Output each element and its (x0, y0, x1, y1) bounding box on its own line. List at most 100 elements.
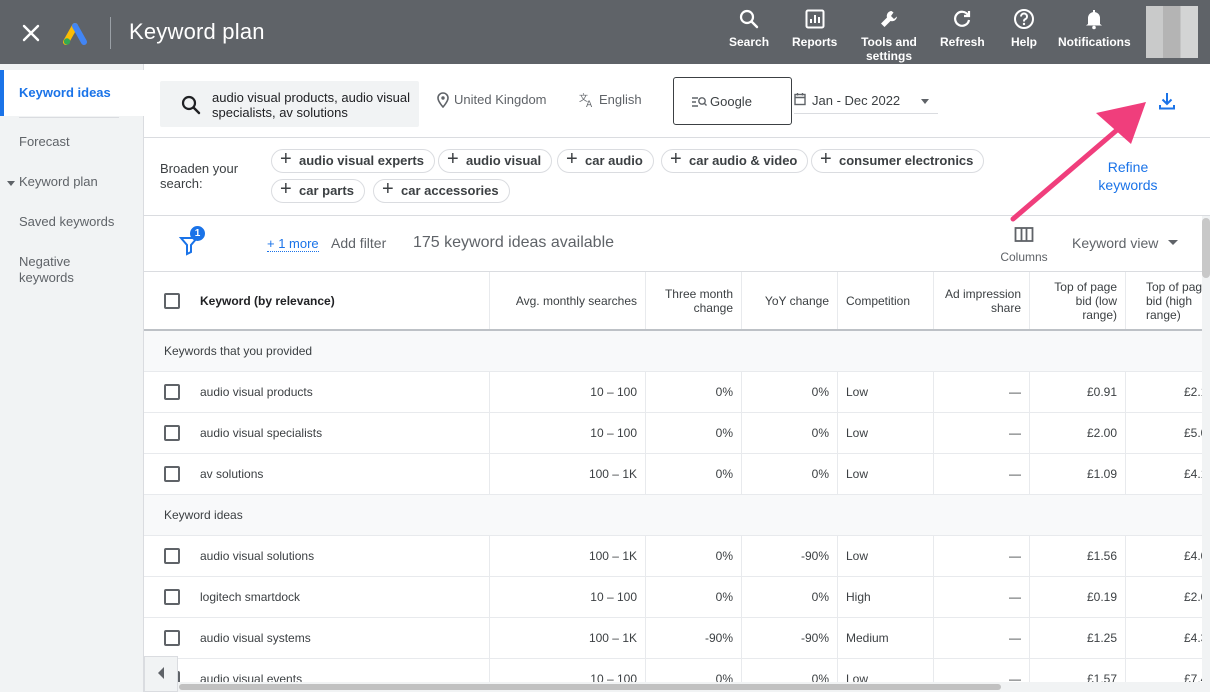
keywords-value: audio visual products, audio visual spec… (212, 90, 411, 120)
location-selector[interactable]: United Kingdom (436, 92, 547, 108)
table-row[interactable]: audio visual solutions 100 – 1K 0% -90% Low —… (144, 536, 1202, 577)
broaden-search-panel: Broaden your search: audio visual expert… (144, 138, 1210, 216)
columns-button[interactable]: Columns (996, 226, 1052, 264)
column-header-keyword[interactable]: Keyword (by relevance) (144, 272, 490, 329)
keyword-ideas-count: 175 keyword ideas available (413, 234, 615, 251)
refine-keywords-annotation: Refine keywords (1098, 159, 1158, 193)
table-row[interactable]: logitech smartdock 10 – 100 0% 0% High — £0.19… (144, 577, 1202, 618)
bid-low-cell: £1.09 (1030, 454, 1126, 494)
keyword-cell: audio visual systems (144, 618, 490, 658)
table-row[interactable]: audio visual systems 100 – 1K -90% -90% Medi… (144, 618, 1202, 659)
three-month-change-cell: 0% (646, 454, 742, 494)
broaden-chip[interactable]: consumer electronics (811, 148, 985, 173)
title-divider (110, 17, 111, 49)
toolbar-notifications-button[interactable]: Notifications (1058, 8, 1131, 49)
keyword-view-label: Keyword view (1072, 235, 1159, 251)
bid-low-cell: £1.25 (1030, 618, 1126, 658)
bid-low-cell: £0.19 (1030, 577, 1126, 617)
yoy-change-cell: 0% (742, 454, 838, 494)
table-row[interactable]: av solutions100 – 1K0%0%Low—£1.09£4.1 (144, 454, 1202, 495)
column-header-competition[interactable]: Competition (838, 272, 934, 329)
column-header-yoy[interactable]: YoY change (742, 272, 838, 329)
toolbar-tools-button[interactable]: Tools and settings (857, 8, 921, 63)
sidebar-divider (19, 117, 119, 118)
keyword-view-dropdown[interactable]: Keyword view (1072, 235, 1179, 251)
row-checkbox[interactable] (164, 466, 180, 482)
row-checkbox[interactable] (164, 589, 180, 605)
competition-cell: High (838, 577, 934, 617)
impression-share-cell: — (934, 618, 1030, 658)
toolbar-search-button[interactable]: Search (729, 8, 769, 49)
table-group-row: Keywords that you provided (144, 331, 1202, 372)
three-month-change-cell: -90% (646, 618, 742, 658)
search-settings-bar: audio visual products, audio visual spec… (144, 64, 1210, 138)
broaden-chip[interactable]: car audio (557, 148, 654, 173)
broaden-chip[interactable]: car parts (271, 178, 365, 203)
network-icon (692, 97, 707, 107)
svg-text:A: A (586, 100, 593, 108)
horizontal-scroll-thumb[interactable] (179, 684, 1001, 690)
column-header-bid-high[interactable]: Top of page bid (high range) (1126, 272, 1202, 329)
three-month-change-cell: 0% (646, 577, 742, 617)
broaden-label: Broaden your search: (160, 161, 239, 191)
account-avatar[interactable] (1146, 6, 1198, 58)
broaden-chip[interactable]: audio visual (438, 148, 553, 173)
date-range-selector[interactable]: Jan - Dec 2022 (794, 90, 938, 114)
bid-low-cell: £0.91 (1030, 372, 1126, 412)
top-app-bar: Keyword plan Search Reports Tools and se… (0, 0, 1210, 64)
toolbar-refresh-button[interactable]: Refresh (940, 8, 985, 49)
add-filter-button[interactable]: Add filter (331, 235, 386, 251)
sidebar-item-saved-keywords[interactable]: Saved keywords (0, 214, 144, 230)
sidebar-item-negative-keywords[interactable]: Negative keywords (0, 254, 90, 286)
vertical-scroll-thumb[interactable] (1202, 218, 1210, 278)
three-month-change-cell: 0% (646, 372, 742, 412)
sidebar-item-forecast[interactable]: Forecast (0, 134, 144, 150)
language-selector[interactable]: 文A English (579, 92, 642, 108)
three-month-change-cell: 0% (646, 413, 742, 453)
sidebar-item-label: Keyword plan (19, 174, 98, 189)
impression-share-cell: — (934, 413, 1030, 453)
group-label: Keyword ideas (164, 508, 243, 522)
competition-cell: Medium (838, 618, 934, 658)
keywords-input[interactable]: audio visual products, audio visual spec… (160, 81, 419, 127)
searches-cell: 100 – 1K (490, 454, 646, 494)
broaden-chip[interactable]: car accessories (373, 178, 510, 203)
sidebar-item-keyword-ideas[interactable]: Keyword ideas (0, 70, 144, 116)
broaden-chip[interactable]: car audio & video (661, 148, 809, 173)
row-checkbox[interactable] (164, 384, 180, 400)
vertical-scrollbar[interactable] (1202, 216, 1210, 692)
scroll-left-button[interactable] (144, 656, 178, 692)
filter-count-badge: 1 (190, 226, 205, 241)
select-all-checkbox[interactable] (164, 292, 180, 309)
column-header-impression-share[interactable]: Ad impression share (934, 272, 1030, 329)
toolbar-reports-button[interactable]: Reports (792, 8, 837, 49)
bid-high-cell: £2.0 (1126, 577, 1202, 617)
sidebar-item-keyword-plan[interactable]: Keyword plan (0, 174, 144, 190)
table-row[interactable]: audio visual products 10 – 100 0% 0% Low — £0.… (144, 372, 1202, 413)
search-icon (181, 95, 201, 115)
table-row[interactable]: audio visual specialists 10 – 100 0% 0% Low —… (144, 413, 1202, 454)
more-filters-link[interactable]: + 1 more (267, 236, 319, 252)
close-icon[interactable] (18, 20, 44, 46)
column-header-three-month[interactable]: Three month change (646, 272, 742, 329)
row-checkbox[interactable] (164, 425, 180, 441)
broaden-chip[interactable]: audio visual experts (271, 148, 435, 173)
row-checkbox[interactable] (164, 630, 180, 646)
search-network-selector[interactable]: Google (673, 77, 792, 125)
column-header-bid-low[interactable]: Top of page bid (low range) (1030, 272, 1126, 329)
searches-cell: 10 – 100 (490, 372, 646, 412)
download-icon[interactable] (1156, 90, 1178, 112)
searches-cell: 10 – 100 (490, 413, 646, 453)
three-month-change-cell: 0% (646, 536, 742, 576)
impression-share-cell: — (934, 577, 1030, 617)
keyword-cell: logitech smartdock (144, 577, 490, 617)
yoy-change-cell: 0% (742, 577, 838, 617)
bid-low-cell: £2.00 (1030, 413, 1126, 453)
column-header-searches[interactable]: Avg. monthly searches (490, 272, 646, 329)
page-title: Keyword plan (129, 19, 265, 44)
toolbar-help-button[interactable]: Help (1011, 8, 1037, 49)
horizontal-scrollbar[interactable] (144, 682, 1202, 692)
row-checkbox[interactable] (164, 548, 180, 564)
location-pin-icon (437, 92, 449, 108)
searches-cell: 100 – 1K (490, 536, 646, 576)
